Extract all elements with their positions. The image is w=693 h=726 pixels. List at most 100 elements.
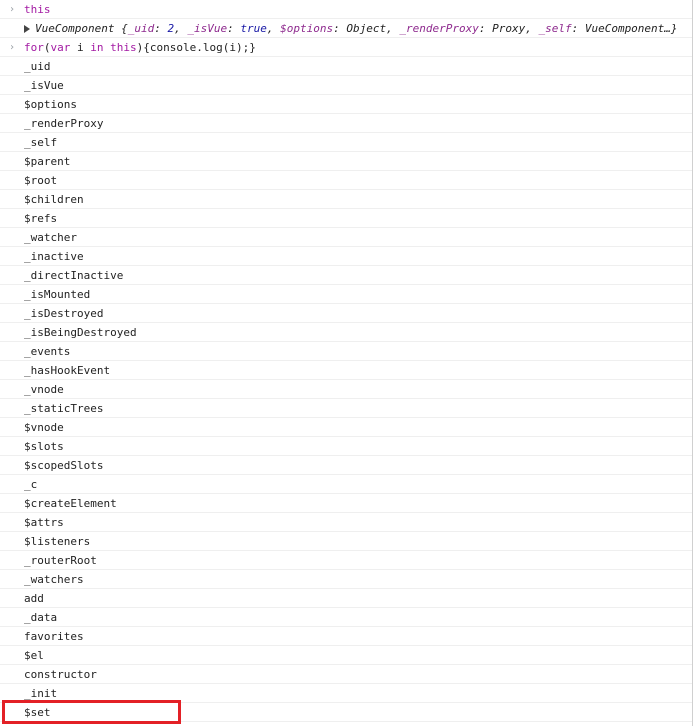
- object-entry-comma: ,: [266, 22, 281, 35]
- log-message: $refs: [24, 212, 58, 225]
- console-log-row[interactable]: $refs: [0, 209, 692, 228]
- console-log-row[interactable]: _isVue: [0, 76, 692, 95]
- prompt-chevron-icon: ›: [9, 4, 16, 15]
- console-log-row[interactable]: _watchers: [0, 570, 692, 589]
- log-message: $attrs: [24, 516, 64, 529]
- console-log-row[interactable]: _isDestroyed: [0, 304, 692, 323]
- console-log-row[interactable]: _staticTrees: [0, 399, 692, 418]
- log-message: _self: [24, 136, 58, 149]
- console-log-row[interactable]: _data: [0, 608, 692, 627]
- object-entry-separator: :: [333, 22, 347, 35]
- console-log-row[interactable]: _inactive: [0, 247, 692, 266]
- log-message: _c: [24, 478, 38, 491]
- log-message: $parent: [24, 155, 71, 168]
- console-command: this: [24, 3, 51, 16]
- object-entry-separator: :: [571, 22, 585, 35]
- object-entry-key: _uid: [127, 22, 155, 35]
- object-class-name: VueComponent: [35, 22, 115, 35]
- object-entries: _uid: 2, _isVue: true, $options: Object,…: [128, 22, 678, 35]
- console-log-row[interactable]: $parent: [0, 152, 692, 171]
- log-message: $el: [24, 649, 44, 662]
- object-preview[interactable]: VueComponent {_uid: 2, _isVue: true, $op…: [24, 19, 678, 37]
- console-log-row[interactable]: $root: [0, 171, 692, 190]
- log-message: add: [24, 592, 44, 605]
- code-rest: ){console.log(i);}: [136, 41, 256, 54]
- console-log-row[interactable]: _routerRoot: [0, 551, 692, 570]
- log-message: _renderProxy: [24, 117, 104, 130]
- log-message: $scopedSlots: [24, 459, 104, 472]
- object-entry-separator: :: [154, 22, 168, 35]
- console-log-row[interactable]: _hasHookEvent: [0, 361, 692, 380]
- expand-triangle-icon[interactable]: [24, 25, 30, 33]
- console-log-list: _uid _isVue $options _renderProxy _self $pare…: [0, 57, 692, 722]
- log-message: $listeners: [24, 535, 91, 548]
- keyword-this: this: [110, 41, 137, 54]
- log-message: _directInactive: [24, 269, 124, 282]
- console-log-row[interactable]: constructor: [0, 665, 692, 684]
- keyword-var: var: [50, 41, 71, 54]
- console-log-row[interactable]: $el: [0, 646, 692, 665]
- console-log-row[interactable]: _watcher: [0, 228, 692, 247]
- log-message: _isVue: [24, 79, 64, 92]
- object-entry-value: VueComponent…}: [584, 22, 678, 35]
- console-input-row[interactable]: › for(var i in this){console.log(i);}: [0, 38, 692, 57]
- console-log-row[interactable]: _vnode: [0, 380, 692, 399]
- log-message: $children: [24, 193, 84, 206]
- object-entry-separator: :: [478, 22, 493, 35]
- log-message: _watchers: [24, 573, 84, 586]
- console-log-row[interactable]: _self: [0, 133, 692, 152]
- keyword-in: in: [90, 41, 104, 54]
- console-log-row[interactable]: _renderProxy: [0, 114, 692, 133]
- log-message: _inactive: [24, 250, 84, 263]
- code-var-name: i: [70, 41, 91, 54]
- console-log-row[interactable]: $scopedSlots: [0, 456, 692, 475]
- devtools-console: › this VueComponent {_uid: 2, _isVue: tr…: [0, 0, 693, 726]
- console-input-row[interactable]: › this: [0, 0, 692, 19]
- log-message: _events: [24, 345, 71, 358]
- console-log-row[interactable]: add: [0, 589, 692, 608]
- object-entry-comma: ,: [386, 22, 400, 35]
- log-message: _hasHookEvent: [24, 364, 111, 377]
- log-message: _data: [24, 611, 58, 624]
- log-message: $createElement: [24, 497, 117, 510]
- log-message: _isBeingDestroyed: [24, 326, 137, 339]
- log-message: $vnode: [24, 421, 64, 434]
- log-message: _vnode: [24, 383, 64, 396]
- log-message: _uid: [24, 60, 51, 73]
- console-log-row[interactable]: favorites: [0, 627, 692, 646]
- log-message: _routerRoot: [24, 554, 97, 567]
- console-log-row[interactable]: _isBeingDestroyed: [0, 323, 692, 342]
- object-entry-key: $options: [280, 22, 334, 35]
- console-log-row[interactable]: _isMounted: [0, 285, 692, 304]
- object-entry-value: Proxy: [492, 22, 526, 35]
- console-log-row[interactable]: $attrs: [0, 513, 692, 532]
- object-entry-value: Object: [346, 22, 387, 35]
- log-message: _staticTrees: [24, 402, 104, 415]
- console-log-row[interactable]: _c: [0, 475, 692, 494]
- object-open-brace: {: [121, 22, 128, 35]
- console-log-row[interactable]: $createElement: [0, 494, 692, 513]
- object-entry-key: _isVue: [187, 22, 228, 35]
- console-output-row[interactable]: VueComponent {_uid: 2, _isVue: true, $op…: [0, 19, 692, 38]
- log-message: _isDestroyed: [24, 307, 104, 320]
- console-log-row[interactable]: $children: [0, 190, 692, 209]
- object-entry-key: _renderProxy: [399, 22, 479, 35]
- console-log-row[interactable]: $vnode: [0, 418, 692, 437]
- object-entry-separator: :: [227, 22, 241, 35]
- log-message: favorites: [24, 630, 84, 643]
- console-log-row[interactable]: $listeners: [0, 532, 692, 551]
- object-entry-comma: ,: [525, 22, 539, 35]
- console-command: for(var i in this){console.log(i);}: [24, 38, 256, 56]
- console-log-row[interactable]: _uid: [0, 57, 692, 76]
- console-log-row[interactable]: $slots: [0, 437, 692, 456]
- console-log-row[interactable]: $options: [0, 95, 692, 114]
- keyword-for: for: [24, 41, 44, 54]
- console-log-row[interactable]: _events: [0, 342, 692, 361]
- log-message: $root: [24, 174, 58, 187]
- prompt-chevron-icon: ›: [9, 42, 16, 53]
- code-paren: (: [43, 41, 51, 54]
- log-message: constructor: [24, 668, 97, 681]
- log-message: _isMounted: [24, 288, 91, 301]
- object-entry-key: _self: [538, 22, 572, 35]
- console-log-row[interactable]: _directInactive: [0, 266, 692, 285]
